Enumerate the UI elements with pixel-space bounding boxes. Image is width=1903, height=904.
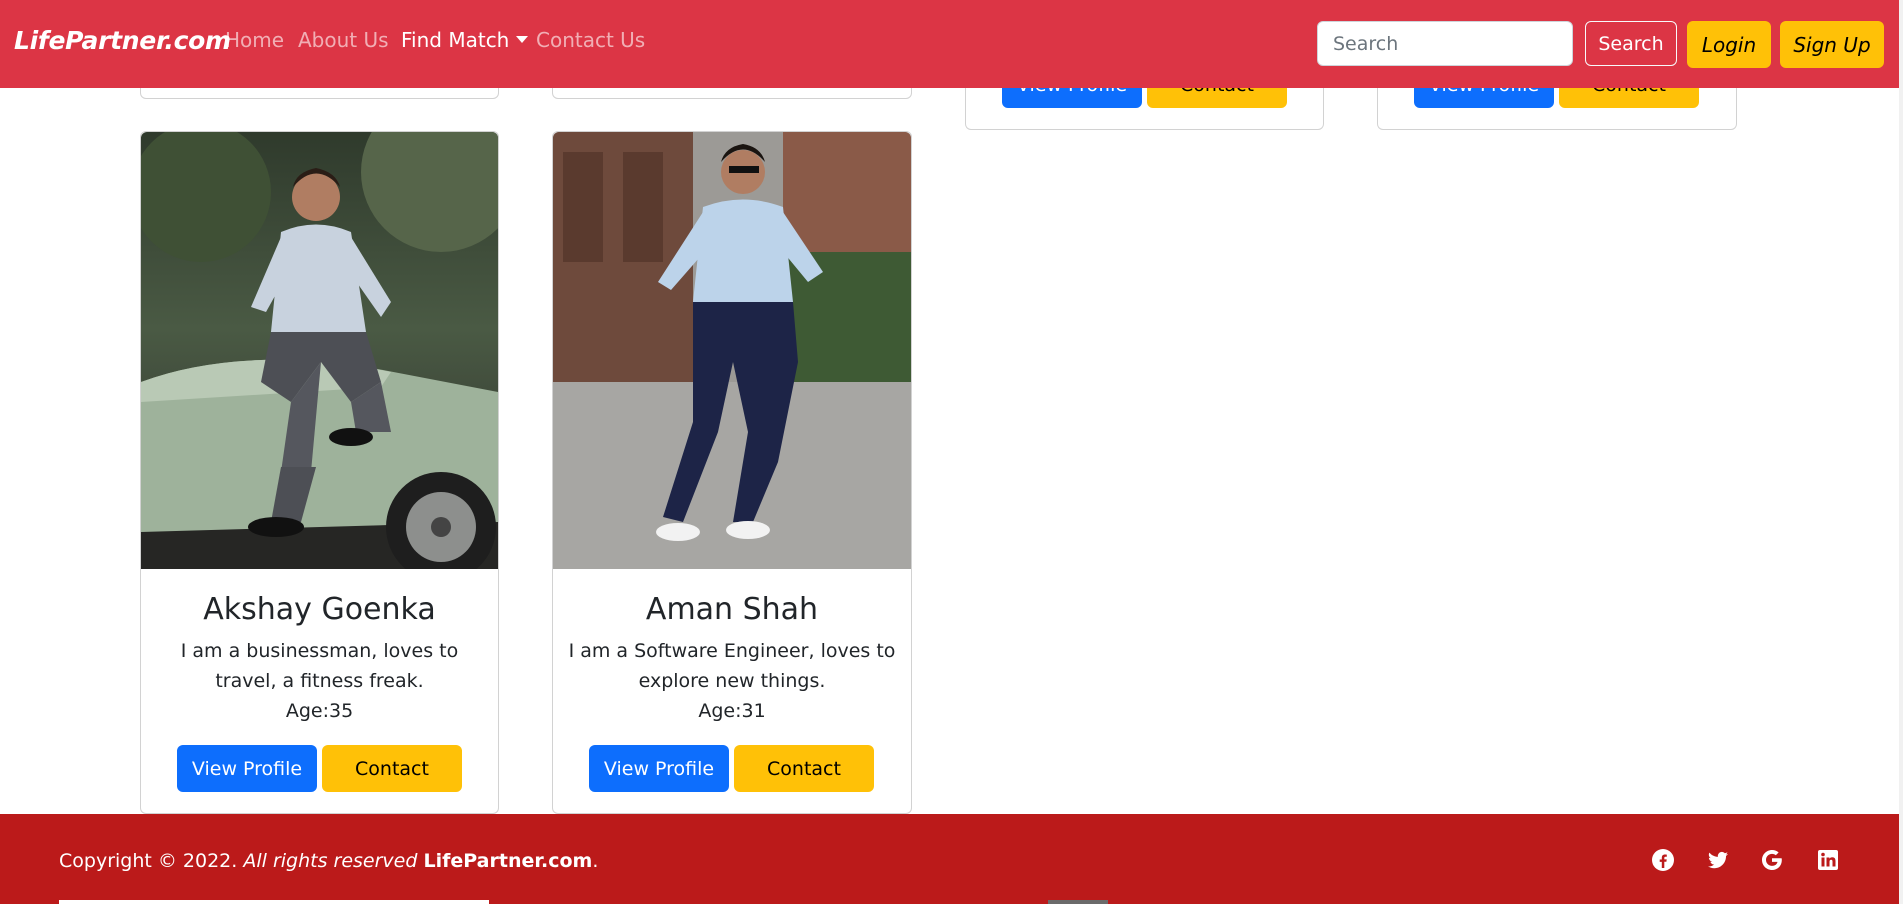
profile-photo xyxy=(141,132,498,569)
nav-link-about[interactable]: About Us xyxy=(298,28,389,52)
page: View Profile Contact View Profile Contac… xyxy=(0,0,1903,904)
profile-card: Aman Shah I am a Software Engineer, love… xyxy=(552,131,912,814)
profile-photo xyxy=(553,132,911,569)
footer-underline-secondary xyxy=(1048,900,1108,904)
nav-link-home[interactable]: Home xyxy=(225,28,284,52)
footer-period: . xyxy=(592,850,599,872)
navbar: LifePartner.com Home About Us Find Match… xyxy=(0,0,1899,88)
nav-link-contact[interactable]: Contact Us xyxy=(536,28,645,52)
footer-copyright: Copyright © 2022. All rights reserved Li… xyxy=(59,850,598,872)
linkedin-icon[interactable] xyxy=(1816,848,1840,872)
footer: Copyright © 2022. All rights reserved Li… xyxy=(0,814,1899,904)
rights-text: All rights reserved xyxy=(243,850,418,872)
search-input[interactable] xyxy=(1317,21,1573,66)
profile-age: Age:35 xyxy=(285,700,354,722)
twitter-icon[interactable] xyxy=(1706,848,1730,872)
profile-description: I am a Software Engineer, loves to explo… xyxy=(568,640,896,692)
nav-dropdown-label: Find Match xyxy=(401,28,510,52)
contact-button[interactable]: Contact xyxy=(734,745,874,792)
footer-underline xyxy=(59,900,489,904)
profile-name: Aman Shah xyxy=(645,592,819,627)
profile-card: Akshay Goenka I am a businessman, loves … xyxy=(140,131,499,814)
brand-logo[interactable]: LifePartner.com xyxy=(14,26,231,55)
signup-button[interactable]: Sign Up xyxy=(1780,21,1884,68)
footer-site-link[interactable]: LifePartner.com xyxy=(423,850,592,872)
view-profile-button[interactable]: View Profile xyxy=(589,745,729,792)
contact-button[interactable]: Contact xyxy=(322,745,462,792)
scrollbar[interactable] xyxy=(1899,0,1903,904)
nav-dropdown-find-match[interactable]: Find Match xyxy=(401,28,529,52)
search-button[interactable]: Search xyxy=(1585,21,1677,66)
copyright-text: Copyright © 2022. xyxy=(59,850,238,872)
profile-name: Akshay Goenka xyxy=(203,592,436,627)
facebook-icon[interactable] xyxy=(1651,848,1675,872)
profile-age: Age:31 xyxy=(698,700,766,722)
login-button[interactable]: Login xyxy=(1687,21,1771,68)
chevron-down-icon xyxy=(516,36,529,43)
view-profile-button[interactable]: View Profile xyxy=(177,745,317,792)
profile-description: I am a businessman, loves to travel, a f… xyxy=(180,640,459,692)
google-icon[interactable] xyxy=(1760,848,1784,872)
